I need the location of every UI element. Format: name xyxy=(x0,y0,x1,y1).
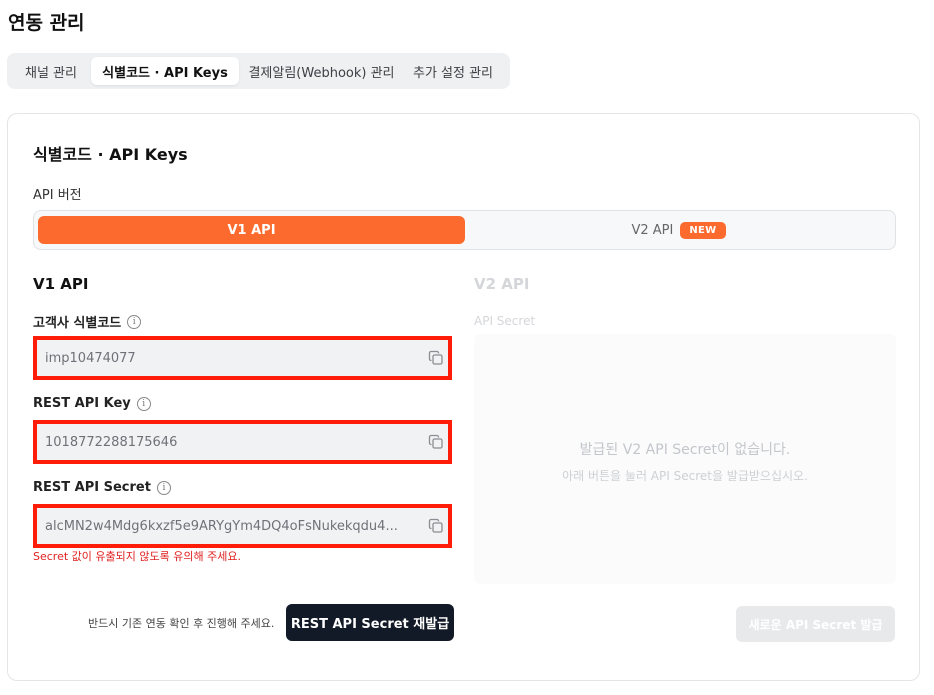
reissue-notice: 반드시 기존 연동 확인 후 진행해 주세요. xyxy=(88,617,275,630)
version-v2-button[interactable]: V2 API NEW xyxy=(465,216,892,244)
copy-icon[interactable] xyxy=(428,434,444,450)
api-version-label: API 버전 xyxy=(33,188,82,203)
api-keys-card: 식별코드 · API Keys API 버전 V1 API V2 API NEW… xyxy=(7,113,920,681)
rest-api-key-label-text: REST API Key xyxy=(33,396,131,411)
page-title: 연동 관리 xyxy=(8,12,85,34)
tab-webhook[interactable]: 결제알림(Webhook) 관리 xyxy=(239,57,404,85)
v2-section-title: V2 API xyxy=(474,275,530,293)
v2-empty-state: 발급된 V2 API Secret이 없습니다. 아래 버튼을 눌러 API S… xyxy=(474,334,896,584)
copy-icon[interactable] xyxy=(428,518,444,534)
info-icon[interactable]: i xyxy=(127,314,142,329)
merchant-code-label-text: 고객사 식별코드 xyxy=(33,316,122,331)
rest-api-key-value[interactable]: 1018772288175646 xyxy=(45,435,415,450)
info-icon[interactable]: i xyxy=(136,396,151,411)
merchant-code-value[interactable]: imp10474077 xyxy=(45,351,415,366)
v2-empty-description: 아래 버튼을 눌러 API Secret을 발급받으십시오. xyxy=(562,469,808,483)
info-icon[interactable]: i xyxy=(156,480,171,495)
merchant-code-field: imp10474077 xyxy=(33,336,452,380)
tab-extra-settings[interactable]: 추가 설정 관리 xyxy=(404,57,502,85)
merchant-code-label: 고객사 식별코드 i xyxy=(33,312,142,331)
v2-empty-title: 발급된 V2 API Secret이 없습니다. xyxy=(579,442,791,458)
v1-section-title: V1 API xyxy=(33,275,89,293)
rest-api-secret-label-text: REST API Secret xyxy=(33,480,151,495)
api-version-toggle: V1 API V2 API NEW xyxy=(33,210,896,250)
rest-api-secret-label: REST API Secret i xyxy=(33,480,171,495)
card-title: 식별코드 · API Keys xyxy=(33,145,188,164)
secret-warning: Secret 값이 유출되지 않도록 유의해 주세요. xyxy=(33,550,241,563)
rest-api-secret-value[interactable]: alcMN2w4Mdg6kxzf5e9ARYgYm4DQ4oFsNukekqdu… xyxy=(45,519,415,534)
page: 연동 관리 채널 관리 식별코드 · API Keys 결제알림(Webhook… xyxy=(0,0,934,695)
reissue-secret-button[interactable]: REST API Secret 재발급 xyxy=(286,604,454,641)
version-v2-label: V2 API xyxy=(631,222,674,238)
rest-api-secret-field: alcMN2w4Mdg6kxzf5e9ARYgYm4DQ4oFsNukekqdu… xyxy=(33,504,452,548)
version-v1-button[interactable]: V1 API xyxy=(38,216,465,244)
issue-v2-secret-button[interactable]: 새로운 API Secret 발급 xyxy=(736,606,895,642)
v2-api-secret-label: API Secret xyxy=(474,314,536,328)
tab-api-keys[interactable]: 식별코드 · API Keys xyxy=(91,57,239,85)
tab-channels[interactable]: 채널 관리 xyxy=(11,57,91,85)
rest-api-key-field: 1018772288175646 xyxy=(33,420,452,464)
new-badge: NEW xyxy=(680,221,726,239)
tab-bar: 채널 관리 식별코드 · API Keys 결제알림(Webhook) 관리 추… xyxy=(7,53,510,89)
copy-icon[interactable] xyxy=(428,350,444,366)
rest-api-key-label: REST API Key i xyxy=(33,396,151,411)
